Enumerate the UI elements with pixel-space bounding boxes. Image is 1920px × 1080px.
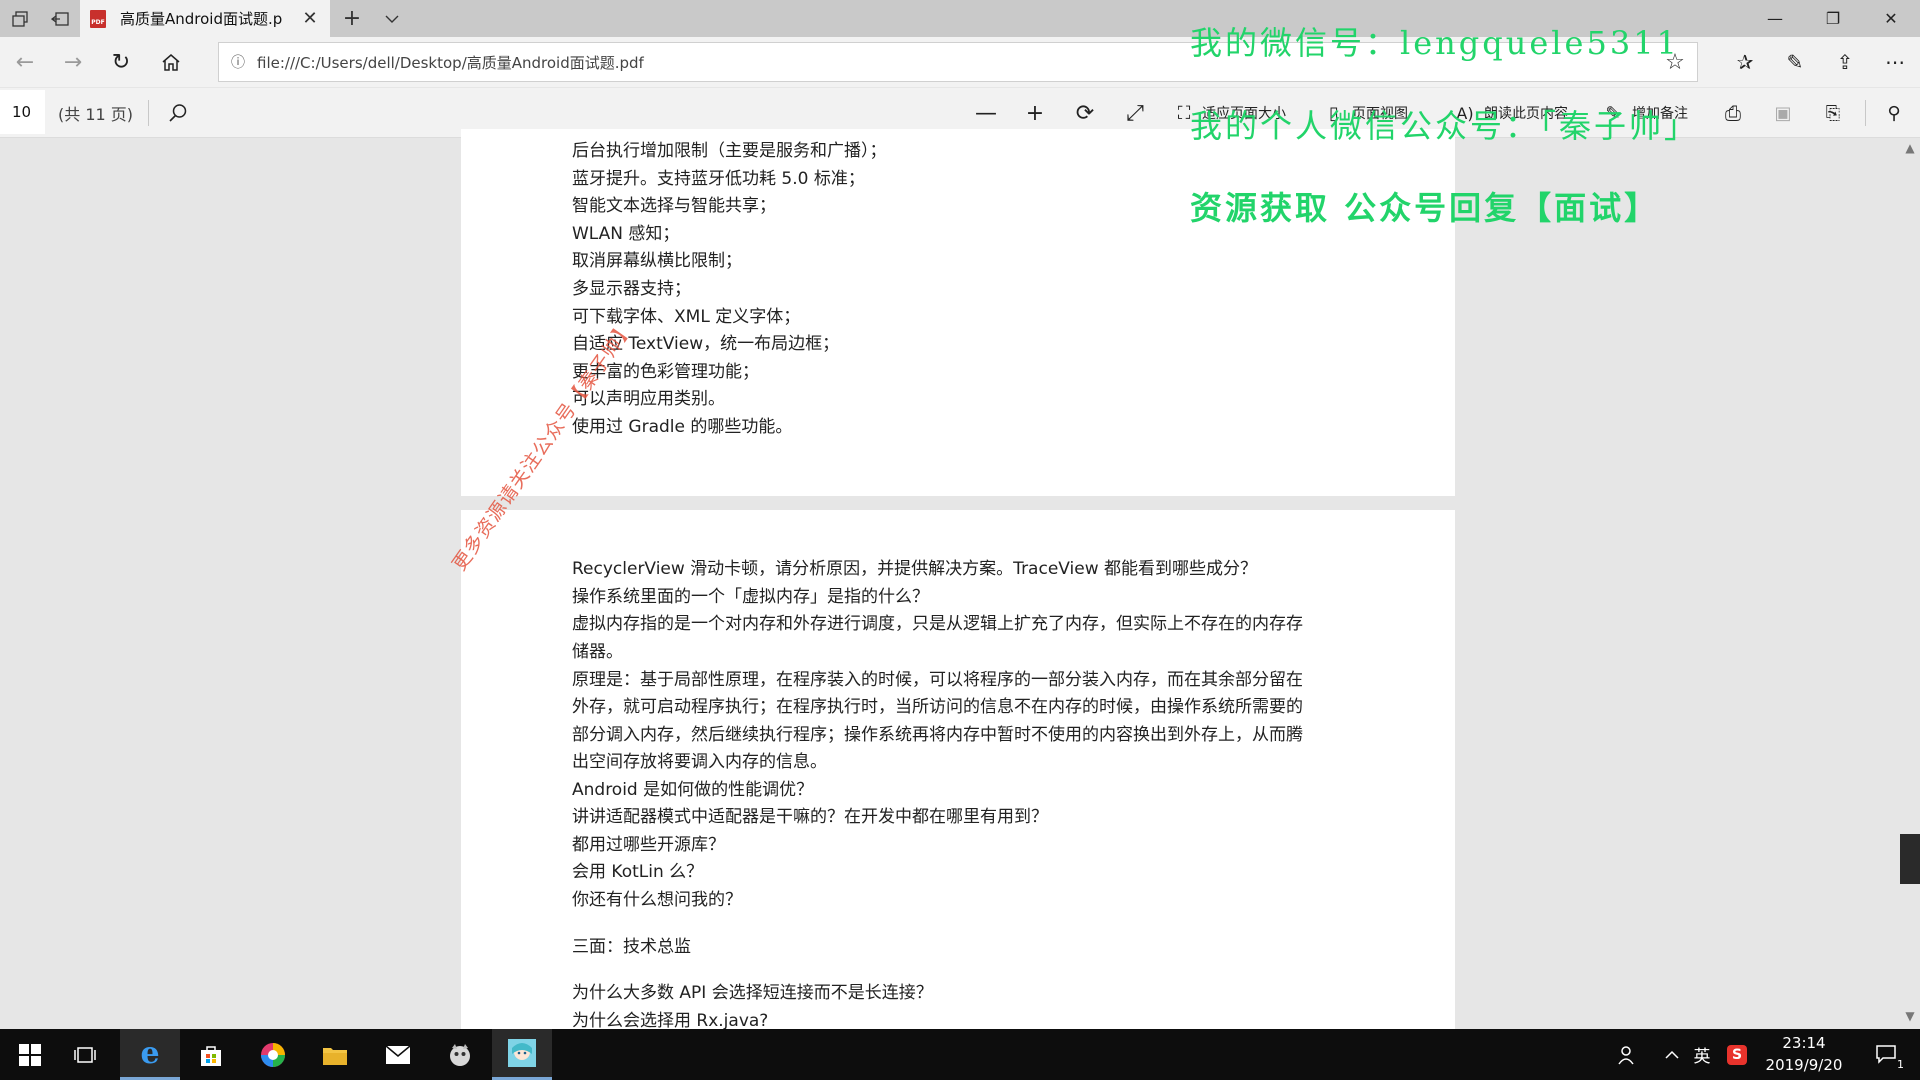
document-line: 蓝牙提升。支持蓝牙低功耗 5.0 标准； (572, 169, 865, 189)
window-controls: — ❐ ✕ (1746, 0, 1920, 37)
photos-color-icon[interactable] (243, 1029, 303, 1080)
home-icon[interactable] (146, 37, 196, 87)
clock-time: 23:14 (1782, 1034, 1826, 1052)
pdf-page: RecyclerView 滑动卡顿，请分析原因，并提供解决方案。TraceVie… (461, 510, 1455, 1080)
minimize-button[interactable]: — (1746, 0, 1804, 37)
close-window-button[interactable]: ✕ (1862, 0, 1920, 37)
document-line: 可下载字体、XML 定义字体； (572, 307, 801, 327)
official-account-watermark: 我的个人微信公众号：「秦子帅」 (1190, 107, 1700, 145)
scroll-down-arrow-icon[interactable]: ▼ (1900, 1009, 1920, 1025)
scrollbar-thumb[interactable] (1900, 834, 1920, 884)
tab-close-icon[interactable]: ✕ (300, 8, 320, 29)
edge-browser-icon[interactable]: e (120, 1029, 180, 1080)
document-line: 外存，就可启动程序执行；在程序执行时，当所访问的信息不在内存的时候，由操作系统所… (572, 697, 1303, 717)
page-count: (共 11 页) (58, 105, 134, 124)
action-center-icon[interactable]: 1 (1868, 1029, 1908, 1080)
tab-title: 高质量Android面试题.p (120, 10, 283, 28)
refresh-icon[interactable]: ↻ (96, 37, 146, 87)
show-hidden-icons-chevron-icon[interactable] (1660, 1029, 1684, 1080)
pdf-viewer[interactable]: 后台执行增加限制（主要是服务和广播）； 蓝牙提升。支持蓝牙低功耗 5.0 标准； 智… (0, 129, 1920, 1080)
document-line: 出空间存放将要调入内存的信息。 (572, 752, 827, 772)
start-windows-icon[interactable] (0, 1029, 60, 1080)
people-icon[interactable] (1612, 1029, 1642, 1080)
document-line: Android 是如何做的性能调优？ (572, 780, 814, 800)
document-line: 多显示器支持； (572, 279, 691, 299)
favorites-icon[interactable]: ✰ (1720, 37, 1770, 87)
document-line: 讲讲适配器模式中适配器是干嘛的？在开发中都在哪里有用到？ (572, 807, 1048, 827)
new-tab-button[interactable]: + (330, 0, 374, 37)
pdf-file-icon: PDF (90, 9, 106, 28)
document-line: 为什么大多数 API 会选择短连接而不是长连接？ (572, 983, 933, 1003)
clock-date: 2019/9/20 (1765, 1056, 1843, 1074)
toolbar-divider (148, 100, 149, 126)
search-icon[interactable] (162, 88, 194, 138)
file-explorer-icon[interactable] (305, 1029, 365, 1080)
mail-icon[interactable] (368, 1029, 428, 1080)
wechat-id-watermark: 我的微信号：lengquele5311 (1190, 24, 1680, 62)
active-tab[interactable]: PDF 高质量Android面试题.p ✕ (80, 0, 330, 37)
print-icon[interactable]: ⎙ (1717, 88, 1749, 138)
document-line: 都用过哪些开源库？ (572, 835, 725, 855)
app-mascot-icon[interactable] (430, 1029, 490, 1080)
document-line: 操作系统里面的一个「虚拟内存」是指的什么？ (572, 587, 929, 607)
store-icon[interactable] (181, 1029, 241, 1080)
section-heading: 三面：技术总监 (572, 937, 691, 957)
document-line: 原理是：基于局部性原理，在程序装入的时候，可以将程序的一部分装入内存，而在其余部… (572, 670, 1303, 690)
more-options-icon[interactable]: ⋯ (1870, 37, 1920, 87)
sogou-input-icon[interactable]: S (1724, 1029, 1750, 1080)
document-line: 后台执行增加限制（主要是服务和广播）； (572, 141, 887, 161)
ime-language-indicator[interactable]: 英 (1690, 1029, 1714, 1080)
save-as-icon[interactable]: ⎘ (1817, 88, 1849, 138)
screen: PDF 高质量Android面试题.p ✕ + — ❐ ✕ ← → ↻ ⓘ fi… (0, 0, 1920, 1080)
page-number-input[interactable]: 10 (0, 90, 45, 134)
task-view-icon[interactable] (55, 1029, 115, 1080)
document-line: 部分调入内存，然后继续执行程序；操作系统再将内存中暂时不使用的内容换出到外存上，… (572, 725, 1303, 745)
maximize-button[interactable]: ❐ (1804, 0, 1862, 37)
tab-manager-icon[interactable] (0, 0, 40, 37)
set-aside-tabs-icon[interactable] (40, 0, 80, 37)
resource-hint-watermark: 资源获取 公众号回复【面试】 (1190, 189, 1660, 227)
system-clock[interactable]: 23:14 2019/9/20 (1758, 1032, 1850, 1076)
document-line: 虚拟内存指的是一个对内存和外存进行调度，只是从逻辑上扩充了内存，但实际上不存在的… (572, 614, 1303, 634)
pin-toolbar-icon[interactable]: ⚲ (1878, 88, 1910, 138)
document-line: RecyclerView 滑动卡顿，请分析原因，并提供解决方案。TraceVie… (572, 559, 1258, 579)
document-line: 你还有什么想问我的？ (572, 890, 742, 910)
web-note-icon[interactable]: ✎ (1770, 37, 1820, 87)
windows-taskbar: e 英 S 23:14 2019/9/20 1 (0, 1029, 1920, 1080)
document-line: 取消屏幕纵横比限制； (572, 251, 742, 271)
back-arrow-icon[interactable]: ← (0, 37, 50, 87)
share-icon[interactable]: ⇪ (1820, 37, 1870, 87)
forward-arrow-icon[interactable]: → (48, 37, 98, 87)
tab-list-chevron-icon[interactable] (374, 0, 410, 37)
document-line: 为什么会选择用 Rx.java? (572, 1011, 769, 1031)
document-line: 会用 KotLin 么？ (572, 862, 704, 882)
document-line: 储器。 (572, 642, 623, 662)
toolbar-divider (1865, 100, 1866, 126)
scroll-up-arrow-icon[interactable]: ▲ (1900, 141, 1920, 157)
anime-app-icon[interactable] (492, 1029, 552, 1080)
site-info-icon[interactable]: ⓘ (219, 52, 257, 72)
document-line: WLAN 感知； (572, 224, 680, 244)
notification-count: 1 (1897, 1058, 1904, 1071)
save-icon[interactable]: ▣ (1767, 88, 1799, 138)
document-line: 智能文本选择与智能共享； (572, 196, 776, 216)
document-line: 使用过 Gradle 的哪些功能。 (572, 417, 793, 437)
